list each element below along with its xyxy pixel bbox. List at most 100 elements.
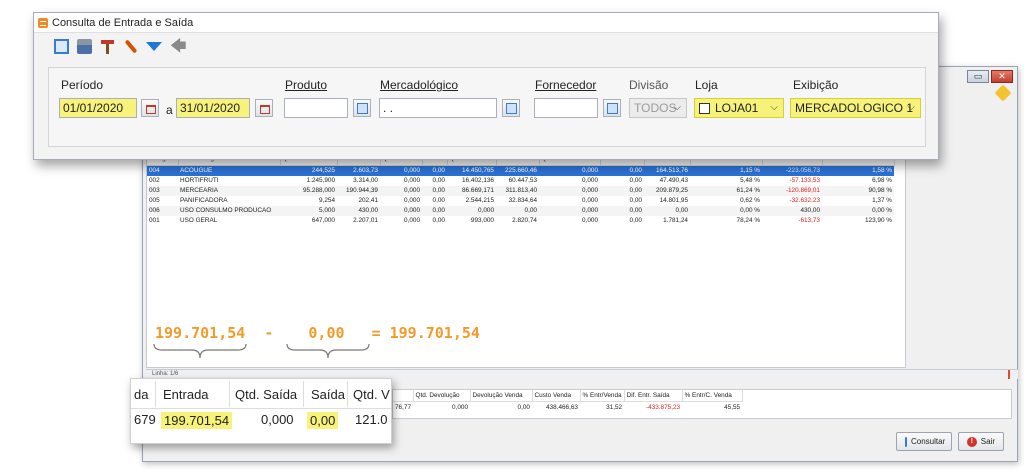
table-cell: 006 (147, 205, 178, 216)
fornecedor-input[interactable] (534, 98, 598, 118)
table-cell: 0,00 (629, 196, 642, 204)
results-table: CódigoMercadológicoQtd. EntradaEntradaQt… (147, 153, 895, 226)
table-cell: 001 (149, 216, 160, 224)
back-arrow-icon[interactable]: 🡄 (170, 38, 187, 54)
totals-strip: Qtd. Devolução Devolução Venda Custo Venda… (392, 389, 1012, 419)
exibicao-select[interactable]: MERCADOLOGICO 1 ⌵ (790, 98, 921, 118)
loja-checkbox[interactable] (699, 103, 710, 114)
table-cell: 0,00 (422, 185, 447, 196)
table-cell: 1,58 % (822, 165, 894, 176)
close-button[interactable]: ✕ (991, 70, 1013, 83)
totals-column-header: Custo Venda (532, 390, 581, 402)
chevron-down-icon: ⌵ (673, 102, 681, 113)
totals-value: 438.466,63 (546, 404, 578, 411)
pencil-icon[interactable] (994, 84, 1012, 102)
table-cell: 0,00 (496, 205, 539, 216)
periodo-label: Período (61, 78, 104, 92)
table-cell: 1.245,900 (306, 176, 335, 184)
wrench-icon[interactable] (123, 39, 138, 54)
table-cell: 0,00 (432, 176, 445, 184)
list-icon[interactable] (1008, 370, 1016, 379)
produto-search-button[interactable] (353, 99, 371, 117)
brace-left (153, 343, 247, 359)
preview-icon[interactable] (54, 38, 69, 54)
table-cell: 244,525 (280, 165, 337, 176)
zoom-separator (229, 381, 230, 407)
divisao-value: TODOS (634, 101, 677, 115)
annotation-middle-value: 0,00 (308, 324, 345, 342)
table-cell: 005 (149, 196, 160, 204)
hammer-icon[interactable] (100, 39, 115, 54)
table-cell: HORTIFRUTI (180, 176, 219, 184)
table-cell: 0,00 (629, 216, 642, 224)
mercadologico-input[interactable]: . . (379, 98, 497, 118)
consultar-button[interactable]: Consultar (896, 432, 952, 451)
table-cell: 0,000 (404, 196, 420, 204)
printer-icon[interactable] (77, 38, 92, 54)
zoom-separator (303, 381, 304, 407)
zoom-value-qtd-v: 121.0 (355, 412, 388, 427)
table-cell: -613,73 (798, 216, 820, 224)
table-cell: 0,00 (600, 185, 644, 196)
table-cell: 5,48 % (740, 176, 760, 184)
table-cell: 0,00 (422, 165, 447, 176)
table-row[interactable]: 002 HORTIFRUTI 1.245,900 3.314,00 0,000 0,00 1… (147, 176, 894, 186)
table-row[interactable]: 001 USO GERAL 647,000 2.207,01 0,000 0,00 993,… (147, 216, 894, 226)
fornecedor-search-button[interactable] (603, 99, 621, 117)
zoom-header-qtd-saida: Qtd. Saída (235, 387, 298, 402)
date-from-calendar-button[interactable] (141, 99, 159, 117)
title-bar: Consulta de Entrada e Saída (34, 13, 938, 33)
table-cell: 123,90 % (864, 216, 892, 224)
mercadologico-search-button[interactable] (502, 99, 520, 117)
zoom-value-saida: 0,00 (307, 412, 339, 429)
window-title: Consulta de Entrada e Saída (52, 16, 194, 29)
table-cell: USO GERAL (180, 216, 218, 224)
table-cell: 0,00 (644, 205, 690, 216)
table-cell: 16.402,136 (462, 176, 494, 184)
table-cell: 0,000 (447, 205, 496, 216)
totals-table: Qtd. Devolução Devolução Venda Custo Venda… (393, 390, 743, 413)
zoom-header-qtd-v: Qtd. V (353, 387, 390, 402)
table-cell: 0,00 (432, 196, 445, 204)
table-cell: 1,15 % (690, 165, 762, 176)
filter-panel: Período 01/01/2020 a 31/01/2020 Produto … (48, 67, 926, 147)
restore-button[interactable]: ▭ (967, 70, 989, 83)
date-separator: a (166, 103, 173, 117)
table-cell: 0,00 (422, 205, 447, 216)
exibicao-label: Exibição (793, 78, 839, 92)
app-icon (38, 17, 48, 28)
window-controls: ▭ ✕ (967, 70, 1013, 83)
table-row[interactable]: 003 MERCEARIA 95.288,000 190.944,39 0,000 0,0… (147, 185, 894, 196)
totals-column-header: % Entr/Venda (580, 390, 625, 402)
table-cell: 9,254 (319, 196, 335, 204)
filter-icon[interactable] (146, 41, 162, 51)
date-from-input[interactable]: 01/01/2020 (59, 98, 137, 118)
zoom-value-entrada: 199.701,54 (161, 412, 233, 429)
table-cell: 0,00 (600, 165, 644, 176)
table-cell: 0,00 (600, 205, 644, 216)
table-cell: 430,00 (337, 205, 380, 216)
table-cell: PANIFICADORA (180, 196, 228, 204)
date-to-input[interactable]: 31/01/2020 (176, 98, 250, 118)
totals-value: 45,55 (724, 404, 741, 411)
table-row[interactable]: 006 USO CONSULMO PRODUCAO 5,000 430,00 0,000… (147, 205, 894, 216)
sair-button[interactable]: ! Sair (958, 432, 1004, 451)
table-cell: 1.781,24 (663, 216, 688, 224)
sum-annotation: 199.701,54 - 0,00 = 199.701,54 (155, 324, 480, 342)
chevron-down-icon: ⌵ (770, 102, 778, 113)
table-cell: 164.513,76 (644, 165, 690, 176)
table-row[interactable]: 004 ACOUGUE 244,525 2.603,73 0,000 0,00 14.450… (147, 165, 894, 176)
table-cell: 0,000 (380, 185, 422, 196)
loja-select[interactable]: LOJA01 ⌵ (694, 98, 784, 118)
filter-window: Consulta de Entrada e Saída 🡄 Período 01… (33, 12, 939, 160)
table-cell: -57.133,53 (789, 176, 820, 184)
table-cell: 2.207,01 (353, 216, 378, 224)
table-cell: 2.603,73 (337, 165, 380, 176)
table-cell: 14.801,95 (659, 196, 688, 204)
table-row[interactable]: 005 PANIFICADORA 9,254 202,41 0,000 0,00 2.544… (147, 196, 894, 206)
table-cell: 32.834,64 (508, 196, 537, 204)
consultar-label: Consultar (911, 437, 946, 446)
date-to-calendar-button[interactable] (255, 99, 273, 117)
produto-input[interactable] (284, 98, 348, 118)
annotation-minus: - (264, 324, 274, 342)
